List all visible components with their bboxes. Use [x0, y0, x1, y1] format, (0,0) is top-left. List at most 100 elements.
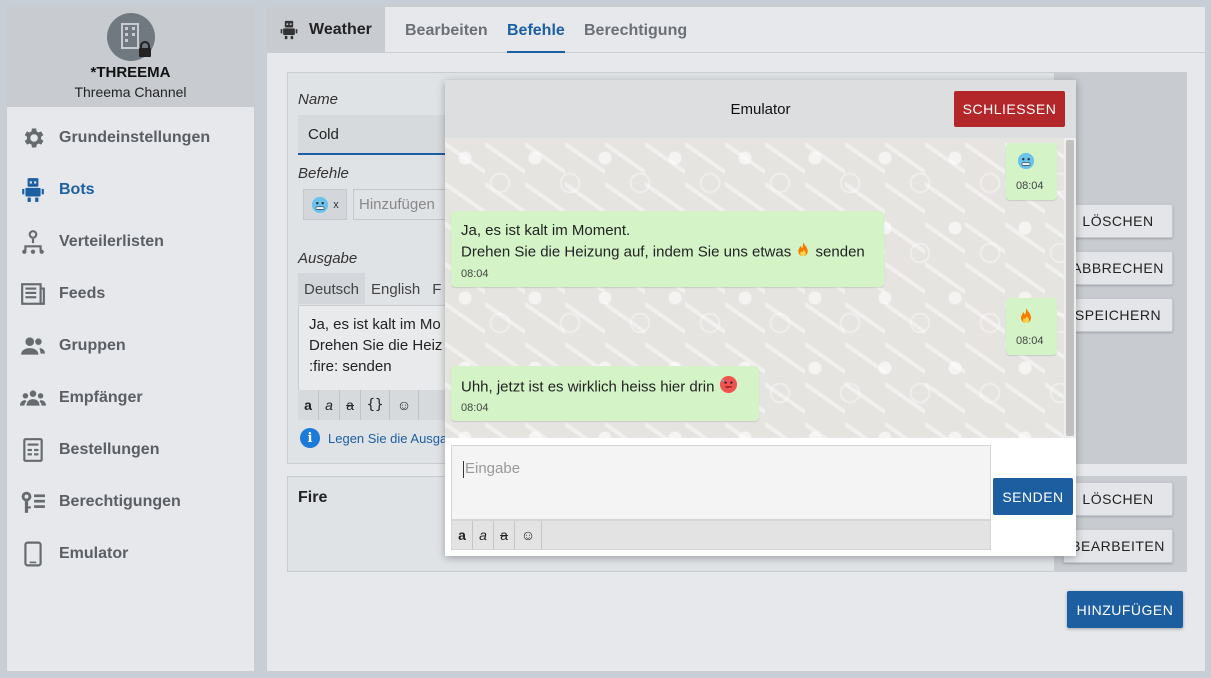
message-time: 08:04 — [1016, 335, 1044, 347]
info-hint: i Legen Sie die Ausga — [300, 428, 447, 448]
orders-icon — [19, 436, 47, 464]
chat-area[interactable]: 08:04 Ja, es ist kalt im Moment. Drehen … — [445, 138, 1076, 438]
sidebar-item-label: Bestellungen — [59, 441, 160, 458]
chat-message-bot: Uhh, jetzt ist es wirklich heiss hier dr… — [451, 366, 759, 421]
emulator-modal: Emulator SCHLIESSEN 08:04 Ja, es ist kal… — [445, 80, 1076, 556]
bold-button[interactable]: a — [452, 521, 473, 549]
message-text: senden — [815, 243, 865, 261]
sidebar-item-label: Bots — [59, 181, 95, 198]
channel-type: Threema Channel — [74, 84, 187, 100]
phone-icon — [19, 540, 47, 568]
sidebar-item-label: Empfänger — [59, 389, 143, 406]
name-input[interactable]: Cold — [298, 115, 458, 155]
text-caret — [463, 460, 464, 478]
input-placeholder: Eingabe — [465, 460, 521, 477]
output-textarea[interactable]: Ja, es ist kalt im Mo Drehen Sie die Hei… — [298, 305, 458, 392]
message-time: 08:04 — [461, 268, 489, 280]
close-button[interactable]: SCHLIESSEN — [954, 91, 1065, 127]
message-line: Drehen Sie die Heizung auf, indem Sie un… — [461, 241, 865, 264]
cold-face-emoji-icon — [1017, 152, 1035, 170]
bot-title: Weather — [267, 7, 385, 52]
sidebar-item-label: Berechtigungen — [59, 493, 181, 510]
message-line: Ja, es ist kalt im Moment. — [461, 222, 631, 239]
fire-emoji-icon — [795, 241, 811, 264]
key-icon — [19, 488, 47, 516]
message-time: 08:04 — [461, 402, 489, 414]
modal-header: Emulator SCHLIESSEN — [445, 80, 1076, 138]
edit-button[interactable]: BEARBEITEN — [1063, 529, 1173, 563]
output-label: Ausgabe — [298, 250, 358, 267]
channel-name: *THREEMA — [90, 64, 171, 81]
message-text: Uhh, jetzt ist es wirklich heiss hier dr… — [461, 378, 715, 396]
distribution-icon — [19, 228, 47, 256]
lang-tab-english[interactable]: English — [365, 273, 426, 304]
tab-bearbeiten[interactable]: Bearbeiten — [405, 7, 488, 52]
hot-face-emoji-icon — [719, 375, 738, 400]
message-text: Drehen Sie die Heizung auf, indem Sie un… — [461, 243, 792, 261]
sidebar-item-verteilerlisten[interactable]: Verteilerlisten — [7, 218, 255, 266]
sidebar-item-feeds[interactable]: Feeds — [7, 270, 255, 318]
command-chip[interactable]: x — [303, 189, 347, 220]
sidebar-item-berechtigungen[interactable]: Berechtigungen — [7, 478, 255, 526]
fire-emoji-icon — [1018, 307, 1034, 325]
channel-header: *THREEMA Threema Channel — [7, 7, 254, 107]
tab-bar: Weather Bearbeiten Befehle Berechtigung — [267, 7, 1205, 53]
cancel-button[interactable]: ABBRECHEN — [1063, 251, 1173, 285]
delete-button[interactable]: LÖSCHEN — [1063, 204, 1173, 238]
send-button[interactable]: SENDEN — [993, 478, 1073, 515]
sidebar-item-grundeinstellungen[interactable]: Grundeinstellungen — [7, 114, 255, 162]
group-icon — [19, 332, 47, 360]
robot-icon — [19, 176, 47, 204]
sidebar-item-bestellungen[interactable]: Bestellungen — [7, 426, 255, 474]
chat-message-user: 08:04 — [1006, 143, 1057, 200]
message-line: Uhh, jetzt ist es wirklich heiss hier dr… — [461, 375, 738, 400]
emoji-button[interactable]: ☺ — [390, 390, 419, 420]
recipients-icon — [19, 384, 47, 412]
feed-icon — [19, 280, 47, 308]
gear-icon — [19, 124, 47, 152]
message-format-toolbar: a a a ☺ — [451, 520, 991, 550]
sidebar-item-bots[interactable]: Bots — [7, 166, 255, 214]
chat-message-user: 08:04 — [1006, 298, 1057, 355]
chat-scrollbar[interactable] — [1064, 138, 1076, 438]
sidebar-item-emulator[interactable]: Emulator — [7, 530, 255, 578]
tab-befehle[interactable]: Befehle — [507, 7, 565, 53]
command-title: Fire — [298, 489, 328, 506]
message-input[interactable]: Eingabe — [451, 445, 991, 520]
format-toolbar: a a a {} ☺ — [298, 390, 458, 420]
lock-icon — [139, 41, 151, 57]
emoji-button[interactable]: ☺ — [515, 521, 542, 549]
sidebar: *THREEMA Threema Channel Grundeinstellun… — [6, 6, 255, 672]
sidebar-item-label: Emulator — [59, 545, 129, 562]
robot-icon — [279, 19, 299, 41]
sidebar-item-label: Feeds — [59, 285, 106, 302]
variable-button[interactable]: {} — [361, 390, 390, 420]
sidebar-item-label: Gruppen — [59, 337, 126, 354]
add-command-input[interactable]: Hinzufügen — [353, 189, 453, 220]
chip-remove-button[interactable]: x — [333, 199, 339, 211]
bot-name: Weather — [309, 20, 372, 38]
sidebar-item-empfaenger[interactable]: Empfänger — [7, 374, 255, 422]
hint-text: Legen Sie die Ausga — [328, 430, 448, 446]
message-time: 08:04 — [1016, 180, 1044, 192]
bold-button[interactable]: a — [298, 390, 319, 420]
add-command-button[interactable]: HINZUFÜGEN — [1067, 591, 1183, 628]
lang-tab-deutsch[interactable]: Deutsch — [298, 273, 366, 304]
cold-face-emoji-icon — [311, 196, 329, 214]
sidebar-item-label: Grundeinstellungen — [59, 129, 211, 146]
sidebar-item-label: Verteilerlisten — [59, 233, 164, 250]
scrollbar-thumb[interactable] — [1066, 140, 1074, 436]
info-icon: i — [300, 428, 320, 448]
tab-berechtigung[interactable]: Berechtigung — [584, 7, 687, 52]
italic-button[interactable]: a — [473, 521, 494, 549]
commands-label: Befehle — [298, 165, 349, 182]
chat-message-bot: Ja, es ist kalt im Moment. Drehen Sie di… — [451, 211, 884, 287]
delete-fire-button[interactable]: LÖSCHEN — [1063, 482, 1173, 516]
sidebar-item-gruppen[interactable]: Gruppen — [7, 322, 255, 370]
name-label: Name — [298, 91, 339, 108]
italic-button[interactable]: a — [319, 390, 340, 420]
strikethrough-button[interactable]: a — [340, 390, 361, 420]
language-tabs: Deutsch English F — [298, 273, 447, 304]
strikethrough-button[interactable]: a — [494, 521, 515, 549]
save-button[interactable]: SPEICHERN — [1063, 298, 1173, 332]
